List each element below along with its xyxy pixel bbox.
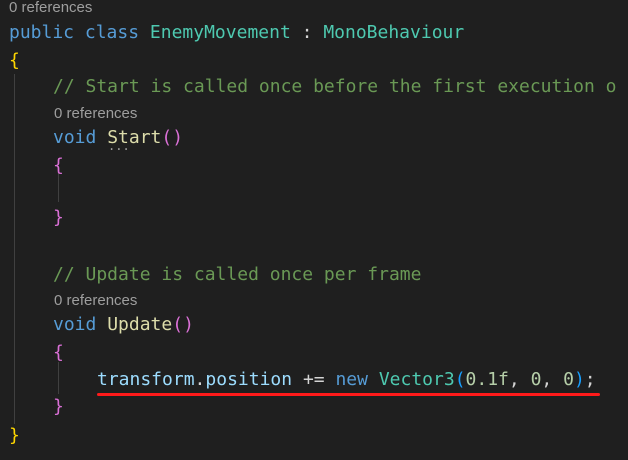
arg-comma: , (541, 369, 553, 390)
class-close-brace: } (9, 425, 20, 446)
plus-equals-operator: += (302, 369, 325, 390)
start-open-paren: ( (161, 127, 173, 148)
update-open-brace-line[interactable]: { (53, 340, 64, 366)
colon: : (301, 22, 313, 43)
class-open-brace-line[interactable]: { (9, 48, 20, 74)
start-comment-line[interactable]: // Start is called once before the first… (53, 74, 617, 100)
start-comment: // Start is called once before the first… (53, 76, 617, 97)
class-name: EnemyMovement (149, 22, 291, 43)
keyword-void: void (53, 127, 97, 148)
class-close-brace-line[interactable]: } (9, 423, 20, 449)
start-open-brace-line[interactable]: { (53, 153, 64, 179)
class-references-codelens[interactable]: 0 references (9, 0, 92, 18)
keyword-class: class (84, 22, 140, 43)
update-close-paren: ) (183, 314, 194, 335)
code-editor[interactable]: 0 references public class EnemyMovement … (0, 0, 628, 460)
transform-identifier: transform (97, 369, 195, 390)
arg-z: 0 (563, 369, 574, 390)
position-update-statement[interactable]: transform.position += new Vector3(0.1f, … (97, 367, 596, 393)
start-close-brace: } (53, 207, 64, 228)
keyword-public: public (9, 22, 75, 43)
update-open-brace: { (53, 342, 64, 363)
arg-x: 0.1f (465, 369, 509, 390)
update-close-brace-line[interactable]: } (53, 394, 64, 420)
indent-guide (58, 362, 59, 394)
update-comment: // Update is called once per frame (53, 264, 422, 285)
start-close-brace-line[interactable]: } (53, 205, 64, 231)
semicolon: ; (584, 369, 596, 390)
class-open-brace: { (9, 50, 20, 71)
vector3-type: Vector3 (378, 369, 455, 390)
update-close-brace: } (53, 396, 64, 417)
update-comment-line[interactable]: // Update is called once per frame (53, 262, 421, 288)
arg-y: 0 (530, 369, 542, 390)
suggestion-hint-dots[interactable]: ... (108, 140, 130, 152)
arg-comma: , (508, 369, 520, 390)
update-references-codelens[interactable]: 0 references (54, 291, 137, 311)
start-close-paren: ) (172, 127, 184, 148)
args-close-paren: ) (573, 369, 585, 390)
args-open-paren: ( (454, 369, 466, 390)
highlight-underline (97, 393, 600, 396)
keyword-void: void (53, 314, 97, 335)
base-class-name: MonoBehaviour (323, 22, 465, 43)
update-method-line[interactable]: void Update() (53, 312, 194, 338)
update-method-name: Update (107, 314, 173, 335)
start-open-brace: { (53, 155, 64, 176)
class-declaration-line[interactable]: public class EnemyMovement : MonoBehavio… (9, 20, 464, 46)
position-member: position (205, 369, 293, 390)
indent-guide (14, 74, 15, 424)
keyword-new: new (335, 369, 368, 390)
start-references-codelens[interactable]: 0 references (54, 104, 137, 124)
member-dot: . (194, 369, 206, 390)
update-open-paren: ( (172, 314, 184, 335)
